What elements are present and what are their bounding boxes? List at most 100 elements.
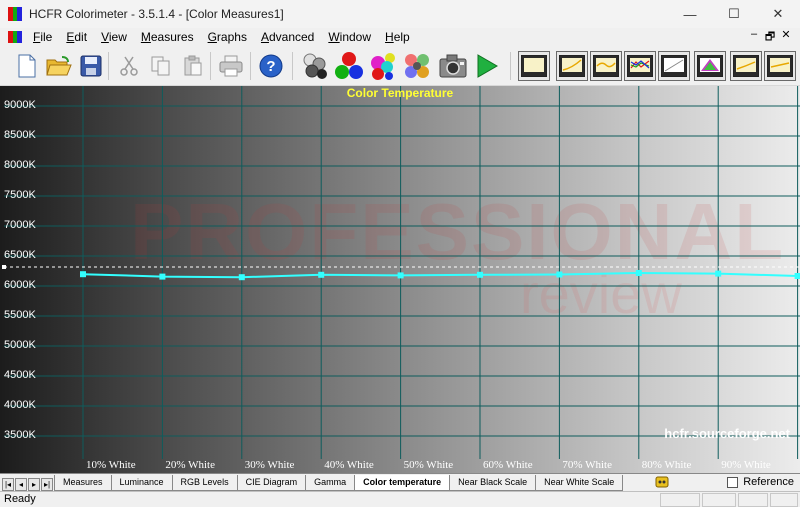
minimize-button[interactable]: —	[668, 0, 712, 28]
status-panel	[770, 493, 798, 507]
copy-icon[interactable]	[146, 51, 176, 81]
close-button[interactable]: ✕	[756, 0, 800, 28]
y-tick-label: 7000K	[4, 219, 36, 231]
menu-advanced[interactable]: Advanced	[254, 30, 321, 44]
tab-near-black-scale[interactable]: Near Black Scale	[449, 475, 537, 491]
source-watermark: hcfr.sourceforge.net	[664, 426, 790, 441]
luminance-chart-icon[interactable]	[518, 51, 550, 81]
tab-prev-button[interactable]: ◂	[15, 478, 27, 491]
temperature-chart-icon[interactable]	[624, 51, 656, 81]
view-tabs: |◂ ◂ ▸ ▸| Measures Luminance RGB Levels …	[0, 473, 800, 491]
status-text: Ready	[4, 493, 36, 505]
menu-bar: File Edit View Measures Graphs Advanced …	[0, 28, 800, 46]
toolbar-separator	[250, 52, 251, 80]
y-tick-label: 5500K	[4, 309, 36, 321]
data-point	[556, 271, 563, 278]
instrument-status-icon	[655, 476, 669, 491]
x-category-label: 90% White	[721, 459, 771, 471]
toolbar-separator	[210, 52, 211, 80]
gamma-chart-icon[interactable]	[556, 51, 588, 81]
x-category-label: 40% White	[324, 459, 374, 471]
x-category-label: 10% White	[86, 459, 136, 471]
toolbar-separator	[510, 52, 511, 80]
y-tick-label: 6000K	[4, 279, 36, 291]
mdi-close-button[interactable]: ✕	[778, 28, 794, 46]
near-black-chart-icon[interactable]	[694, 51, 726, 81]
x-category-label: 60% White	[483, 459, 533, 471]
data-point	[715, 270, 722, 277]
paste-icon[interactable]	[178, 51, 208, 81]
cie-chart-icon[interactable]	[658, 51, 690, 81]
x-category-label: 50% White	[403, 459, 454, 471]
series-line	[82, 271, 798, 279]
data-point	[159, 273, 166, 280]
print-icon[interactable]	[216, 51, 246, 81]
chart-plot	[2, 86, 800, 459]
title-bar: HCFR Colorimeter - 3.5.1.4 - [Color Meas…	[0, 0, 800, 28]
save-disk-icon[interactable]	[76, 51, 106, 81]
chart-title: Color Temperature	[346, 86, 454, 100]
menu-view[interactable]: View	[94, 30, 134, 44]
y-tick-label: 8000K	[4, 159, 36, 171]
help-icon[interactable]: ?	[256, 51, 286, 81]
y-tick-label: 9000K	[4, 99, 36, 111]
document-menu-icon[interactable]	[8, 31, 23, 43]
toolbar-separator	[292, 52, 293, 80]
open-folder-icon[interactable]	[44, 51, 74, 81]
y-tick-label: 6500K	[4, 249, 36, 261]
tab-cie-diagram[interactable]: CIE Diagram	[236, 475, 307, 491]
data-point	[80, 271, 86, 278]
tab-first-button[interactable]: |◂	[2, 478, 14, 491]
measure-secondaries-icon[interactable]	[368, 51, 398, 81]
svg-text:?: ?	[266, 58, 275, 75]
x-category-label: 20% White	[165, 459, 215, 471]
measure-primaries-icon[interactable]	[334, 51, 364, 81]
data-point	[397, 272, 404, 279]
rgb-chart-icon[interactable]	[590, 51, 622, 81]
camera-icon[interactable]	[438, 51, 468, 81]
status-panel	[738, 493, 768, 507]
tab-gamma[interactable]: Gamma	[305, 475, 356, 491]
tab-rgb-levels[interactable]: RGB Levels	[171, 475, 238, 491]
window-title: HCFR Colorimeter - 3.5.1.4 - [Color Meas…	[29, 7, 284, 21]
y-tick-label: 7500K	[4, 189, 36, 201]
measure-saturation-icon[interactable]	[402, 51, 432, 81]
play-icon[interactable]	[472, 51, 502, 81]
mdi-restore-button[interactable]: 🗗	[762, 28, 778, 46]
y-tick-label: 4500K	[4, 369, 36, 381]
data-point	[238, 274, 245, 281]
near-white-chart-icon[interactable]	[730, 51, 762, 81]
cut-icon[interactable]	[114, 51, 144, 81]
status-bar: Ready	[0, 491, 800, 507]
app-logo-icon	[8, 7, 23, 21]
tab-measures[interactable]: Measures	[54, 475, 112, 491]
y-tick-label: 4000K	[4, 399, 36, 411]
x-category-label: 70% White	[562, 459, 612, 471]
reference-marker	[2, 265, 6, 269]
extra-chart-icon[interactable]	[764, 51, 796, 81]
menu-help[interactable]: Help	[378, 30, 417, 44]
menu-file[interactable]: File	[26, 30, 59, 44]
data-point	[477, 271, 483, 278]
tab-last-button[interactable]: ▸|	[41, 478, 53, 491]
menu-measures[interactable]: Measures	[134, 30, 201, 44]
reference-checkbox[interactable]	[727, 476, 739, 488]
tab-color-temperature[interactable]: Color temperature	[354, 475, 451, 491]
measure-gray-icon[interactable]	[300, 51, 330, 81]
x-category-label: 30% White	[244, 459, 295, 471]
menu-edit[interactable]: Edit	[59, 30, 94, 44]
status-panel	[660, 493, 700, 507]
maximize-button[interactable]: ☐	[712, 0, 756, 28]
reference-label: Reference	[743, 476, 794, 488]
toolbar-separator	[108, 52, 109, 80]
tab-near-white-scale[interactable]: Near White Scale	[535, 475, 624, 491]
menu-graphs[interactable]: Graphs	[201, 30, 254, 44]
color-temperature-chart: PROFESSIONAL review Color Temperature 90…	[0, 86, 800, 473]
mdi-minimize-button[interactable]: –	[746, 28, 762, 46]
y-tick-label: 8500K	[4, 129, 36, 141]
tab-luminance[interactable]: Luminance	[110, 475, 173, 491]
x-category-label: 80% White	[641, 459, 692, 471]
tab-next-button[interactable]: ▸	[28, 478, 40, 491]
new-document-icon[interactable]	[12, 51, 42, 81]
menu-window[interactable]: Window	[321, 30, 378, 44]
